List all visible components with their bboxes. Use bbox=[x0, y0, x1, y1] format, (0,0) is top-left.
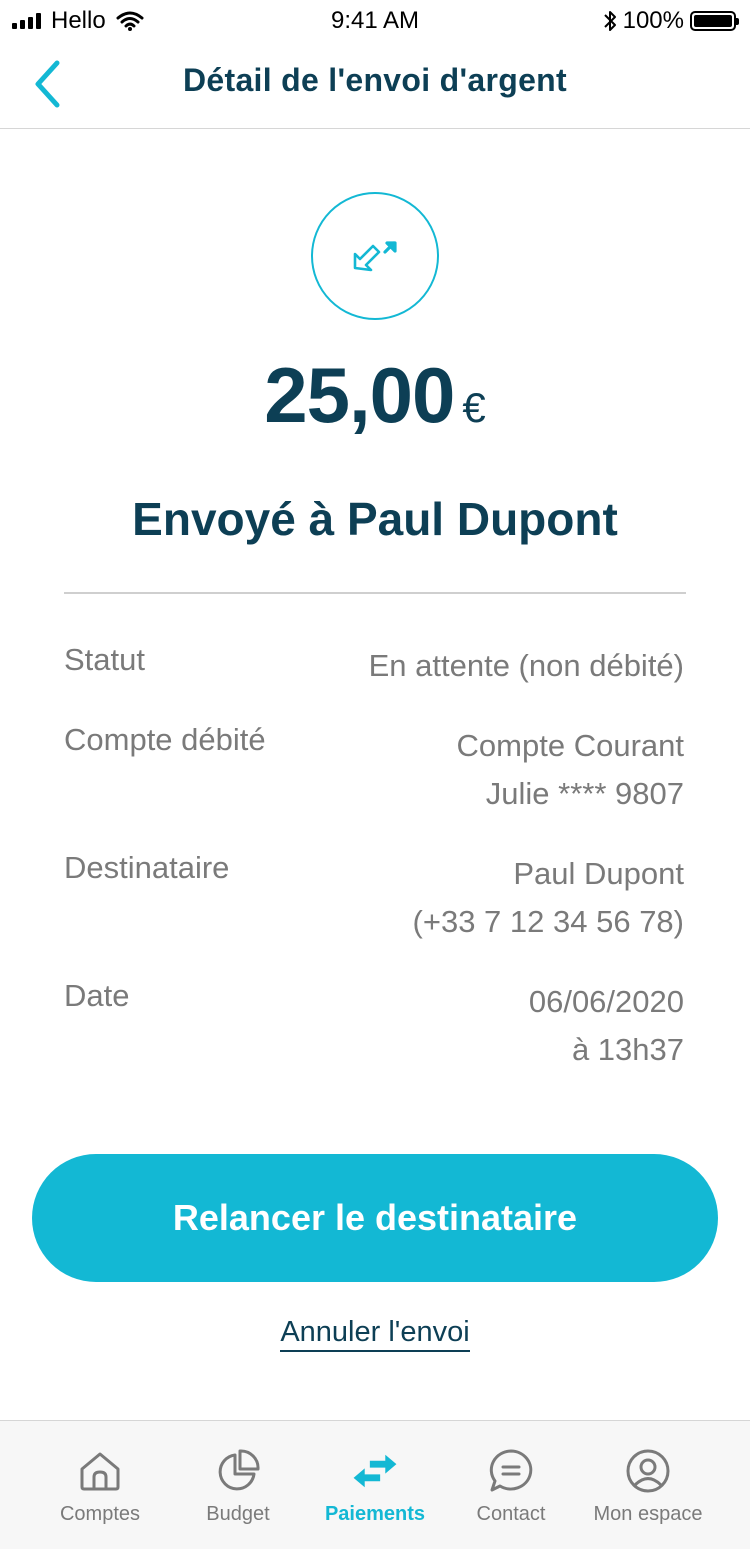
transfer-icon-circle bbox=[311, 192, 439, 320]
recipient-phone: (+33 7 12 34 56 78) bbox=[412, 904, 684, 939]
send-money-icon bbox=[353, 241, 397, 272]
detail-label: Destinataire bbox=[64, 850, 230, 885]
recipient-heading: Envoyé à Paul Dupont bbox=[132, 493, 618, 545]
tab-label: Budget bbox=[206, 1503, 270, 1525]
tab-label: Paiements bbox=[324, 1503, 426, 1525]
detail-value: Compte Courant Julie **** 9807 bbox=[457, 722, 684, 818]
page-title: Détail de l'envoi d'argent bbox=[183, 62, 567, 98]
tab-paiements[interactable]: Paiements bbox=[300, 1421, 450, 1549]
transfer-arrows-icon bbox=[351, 1447, 399, 1495]
divider bbox=[64, 592, 686, 594]
tab-bar: Comptes Budget Paiements Contact Mon esp… bbox=[0, 1420, 750, 1549]
detail-value: Paul Dupont (+33 7 12 34 56 78) bbox=[413, 850, 684, 946]
status-bar: Hello 9:41 AM 100% bbox=[0, 0, 750, 42]
pie-chart-icon bbox=[214, 1447, 262, 1495]
status-value: En attente (non débité) bbox=[368, 648, 684, 683]
recipient-name: Paul Dupont bbox=[513, 856, 684, 891]
user-icon bbox=[624, 1447, 672, 1495]
date-value: 06/06/2020 bbox=[528, 984, 684, 1019]
tab-budget[interactable]: Budget bbox=[163, 1421, 313, 1549]
detail-label: Statut bbox=[64, 642, 145, 677]
detail-value: 06/06/2020 à 13h37 bbox=[529, 978, 684, 1074]
battery-percent: 100% bbox=[622, 7, 684, 34]
cancel-transfer-container: Annuler l'envoi bbox=[0, 1316, 750, 1352]
detail-value: En attente (non débité) bbox=[369, 642, 684, 690]
amount-currency: € bbox=[462, 384, 486, 431]
status-bar-right: 100% bbox=[603, 7, 739, 35]
chat-icon bbox=[487, 1447, 535, 1495]
tab-label: Mon espace bbox=[593, 1503, 703, 1525]
nav-bar: Détail de l'envoi d'argent bbox=[0, 42, 750, 129]
battery-icon bbox=[690, 11, 739, 31]
remind-recipient-button[interactable]: Relancer le destinataire bbox=[32, 1154, 718, 1282]
time-value: à 13h37 bbox=[571, 1032, 684, 1067]
bluetooth-icon bbox=[603, 11, 616, 31]
amount: 25,00 € bbox=[0, 350, 750, 441]
detail-label: Date bbox=[64, 978, 130, 1013]
account-number: Julie **** 9807 bbox=[485, 776, 684, 811]
cancel-transfer-link[interactable]: Annuler l'envoi bbox=[280, 1316, 470, 1352]
tab-label: Comptes bbox=[59, 1503, 141, 1525]
tab-label: Contact bbox=[476, 1503, 546, 1525]
account-name: Compte Courant bbox=[456, 728, 684, 763]
amount-value: 25,00 bbox=[264, 351, 455, 439]
tab-contact[interactable]: Contact bbox=[436, 1421, 586, 1549]
home-icon bbox=[76, 1447, 124, 1495]
detail-label: Compte débité bbox=[64, 722, 266, 757]
tab-comptes[interactable]: Comptes bbox=[25, 1421, 175, 1549]
tab-mon-espace[interactable]: Mon espace bbox=[573, 1421, 723, 1549]
